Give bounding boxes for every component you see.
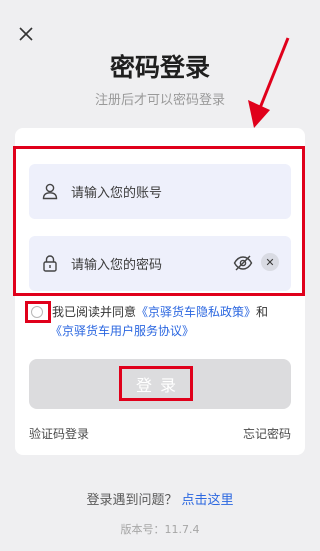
annotation-box-login [119, 366, 193, 401]
annotation-box-checkbox [25, 301, 51, 323]
help-link[interactable]: 点击这里 [182, 493, 234, 508]
help-row: 登录遇到问题？ 点击这里 [0, 489, 320, 508]
agreement-conjunction: 和 [256, 305, 269, 319]
privacy-policy-link[interactable]: 《京驿货车隐私政策》 [136, 305, 256, 319]
service-agreement-link[interactable]: 《京驿货车用户服务协议》 [50, 324, 194, 338]
version-label: 版本号：11.7.4 [120, 523, 200, 536]
close-button[interactable] [16, 24, 36, 44]
sms-login-link[interactable]: 验证码登录 [29, 425, 89, 442]
agreement-text: 我已阅读并同意《京驿货车隐私政策》和《京驿货车用户服务协议》 [50, 303, 302, 341]
annotation-arrow [248, 37, 290, 128]
close-icon [19, 27, 33, 41]
help-text: 登录遇到问题？ [86, 493, 178, 508]
annotation-box-fields [13, 146, 305, 296]
agreement-prefix: 我已阅读并同意 [52, 305, 137, 319]
forgot-password-link[interactable]: 忘记密码 [243, 425, 291, 442]
